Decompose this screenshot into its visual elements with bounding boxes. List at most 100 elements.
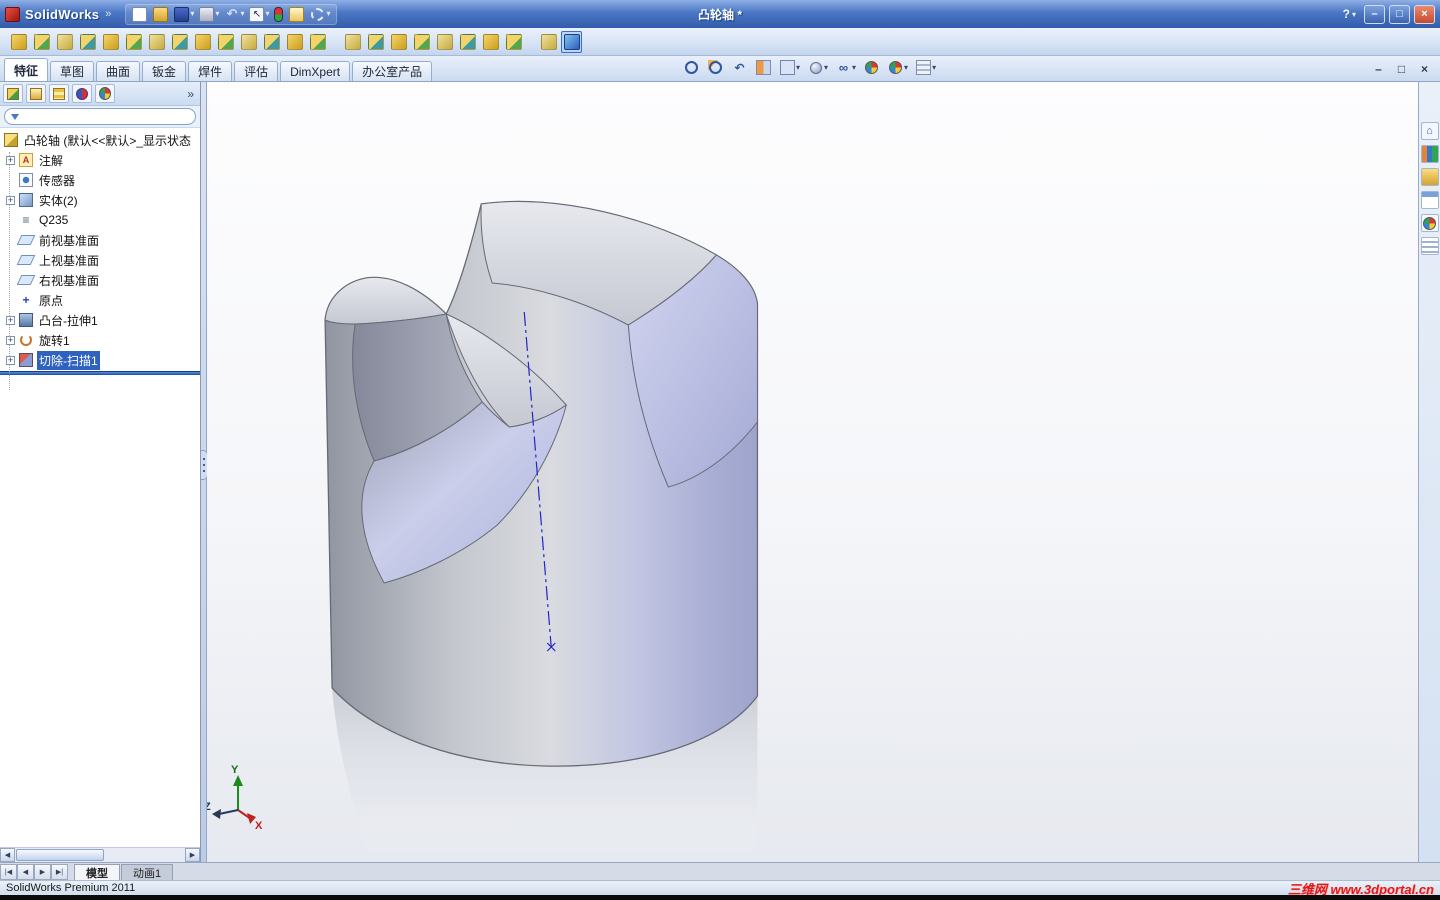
commandmanager-tab[interactable]: 特征 (4, 58, 49, 81)
feature-tree-item[interactable]: + 注解 (0, 150, 200, 170)
view-orientation-icon[interactable]: ▾ (778, 59, 802, 76)
file-explorer-icon[interactable] (1420, 168, 1439, 186)
feature-tree-item[interactable]: 原点 (0, 290, 200, 310)
corner-relief-icon[interactable] (238, 31, 259, 53)
doc-close-button[interactable]: × (1417, 61, 1432, 76)
closed-corner-icon[interactable] (215, 31, 236, 53)
propertymanager-tab-icon[interactable] (26, 84, 46, 103)
tree-expander[interactable] (6, 256, 15, 265)
view-palette-icon[interactable] (1420, 191, 1439, 209)
minimize-button[interactable]: – (1364, 4, 1385, 24)
custom-properties-icon[interactable] (1420, 237, 1439, 255)
file-properties-icon[interactable] (288, 6, 306, 23)
section-view-icon[interactable] (754, 59, 774, 76)
home-icon[interactable] (1420, 122, 1439, 140)
fold-icon[interactable] (434, 31, 455, 53)
feature-tree-item[interactable]: + 凸台-拉伸1 (0, 310, 200, 330)
options-icon[interactable]: ▾ (309, 6, 331, 23)
feature-tree-item[interactable]: 传感器 (0, 170, 200, 190)
lofted-bend-icon[interactable] (54, 31, 75, 53)
commandmanager-tab[interactable]: 焊件 (188, 61, 233, 81)
tree-expander[interactable]: + (6, 315, 15, 325)
panel-overflow-chevron-icon[interactable]: » (184, 87, 197, 101)
tree-expander[interactable]: + (6, 155, 15, 165)
sketched-bend-icon[interactable] (169, 31, 190, 53)
tree-expander[interactable]: + (6, 335, 15, 345)
rip-icon[interactable] (480, 31, 501, 53)
graphics-area[interactable]: Y X Z (207, 82, 1418, 862)
restore-button[interactable]: □ (1389, 4, 1410, 24)
feature-tree-item[interactable]: 右视基准面 (0, 270, 200, 290)
feature-tree-item[interactable]: 上视基准面 (0, 250, 200, 270)
helix-icon[interactable] (538, 31, 559, 53)
select-icon[interactable]: ▾ (248, 6, 270, 23)
appearances-icon[interactable] (1420, 214, 1439, 232)
commandmanager-tab[interactable]: 评估 (234, 61, 279, 81)
hem-icon[interactable] (123, 31, 144, 53)
pattern-table-icon[interactable] (307, 31, 328, 53)
dimxpertmanager-tab-icon[interactable] (72, 84, 92, 103)
featuremanager-tab-icon[interactable] (3, 84, 23, 103)
jog-icon[interactable] (146, 31, 167, 53)
prev-sheet-icon[interactable]: ◀ (17, 863, 34, 880)
pattern-icon[interactable] (284, 31, 305, 53)
configurationmanager-tab-icon[interactable] (49, 84, 69, 103)
vent-icon[interactable] (388, 31, 409, 53)
unfold-icon[interactable] (411, 31, 432, 53)
last-sheet-icon[interactable]: ▶| (51, 863, 68, 880)
help-button[interactable]: ? ▾ (1339, 7, 1360, 21)
doc-restore-button[interactable]: □ (1394, 61, 1409, 76)
model-viewport[interactable]: Y X Z (207, 82, 1418, 862)
commandmanager-tab[interactable]: 办公室产品 (352, 61, 433, 81)
design-library-icon[interactable] (1420, 145, 1439, 163)
tree-expander[interactable] (6, 296, 15, 305)
scrollbar-thumb[interactable] (16, 849, 104, 861)
study-tab[interactable]: 模型 (74, 864, 120, 880)
rollback-bar[interactable] (0, 371, 200, 375)
tree-expander[interactable] (6, 276, 15, 285)
menu-expand-chevron-icon[interactable]: » (105, 8, 111, 20)
feature-tree-item[interactable]: + 切除-扫描1 (0, 350, 200, 370)
tree-expander[interactable]: + (6, 195, 15, 205)
study-tab[interactable]: 动画1 (121, 864, 174, 880)
simple-hole-icon[interactable] (365, 31, 386, 53)
scroll-right-arrow-icon[interactable]: ▶ (185, 848, 200, 862)
swept-cut-icon[interactable] (561, 30, 582, 53)
open-icon[interactable] (152, 6, 170, 23)
tree-expander[interactable] (6, 176, 15, 185)
cross-break-icon[interactable] (192, 31, 213, 53)
view-settings-icon[interactable]: ▾ (914, 59, 938, 76)
commandmanager-tab[interactable]: 曲面 (96, 61, 141, 81)
tree-expander[interactable] (6, 236, 15, 245)
zoom-area-icon[interactable] (706, 59, 726, 76)
zoom-fit-icon[interactable] (682, 59, 702, 76)
tree-filter-input[interactable] (23, 110, 189, 123)
save-icon[interactable]: ▾ (173, 6, 195, 23)
first-sheet-icon[interactable]: |◀ (0, 863, 17, 880)
new-icon[interactable] (131, 6, 149, 23)
forming-tool-icon[interactable] (261, 31, 282, 53)
sketch-relations-icon[interactable] (31, 31, 52, 53)
feature-tree-item[interactable]: 前视基准面 (0, 230, 200, 250)
previous-view-icon[interactable] (730, 59, 750, 76)
displaymanager-tab-icon[interactable] (95, 84, 115, 103)
tree-expander[interactable] (6, 216, 15, 225)
undo-icon[interactable]: ▾ (223, 6, 245, 23)
feature-tree-item[interactable]: Q235 (0, 210, 200, 230)
extruded-cut-icon[interactable] (342, 31, 363, 53)
feature-tree-root[interactable]: 凸轮轴 (默认<<默认>_显示状态 (0, 130, 200, 150)
base-flange-icon[interactable] (8, 31, 29, 53)
feature-tree-item[interactable]: + 旋转1 (0, 330, 200, 350)
flatten-icon[interactable] (457, 31, 478, 53)
doc-minimize-button[interactable]: – (1371, 61, 1386, 76)
display-style-icon[interactable]: ▾ (806, 59, 830, 76)
hide-show-items-icon[interactable]: ▾ (834, 59, 858, 76)
commandmanager-tab[interactable]: DimXpert (280, 61, 351, 81)
insert-bends-icon[interactable] (503, 31, 524, 53)
feature-tree-item[interactable]: + 实体(2) (0, 190, 200, 210)
scroll-left-arrow-icon[interactable]: ◀ (0, 848, 15, 862)
commandmanager-tab[interactable]: 钣金 (142, 61, 187, 81)
edit-appearance-icon[interactable] (862, 59, 882, 76)
commandmanager-tab[interactable]: 草图 (50, 61, 95, 81)
print-icon[interactable]: ▾ (198, 6, 220, 23)
